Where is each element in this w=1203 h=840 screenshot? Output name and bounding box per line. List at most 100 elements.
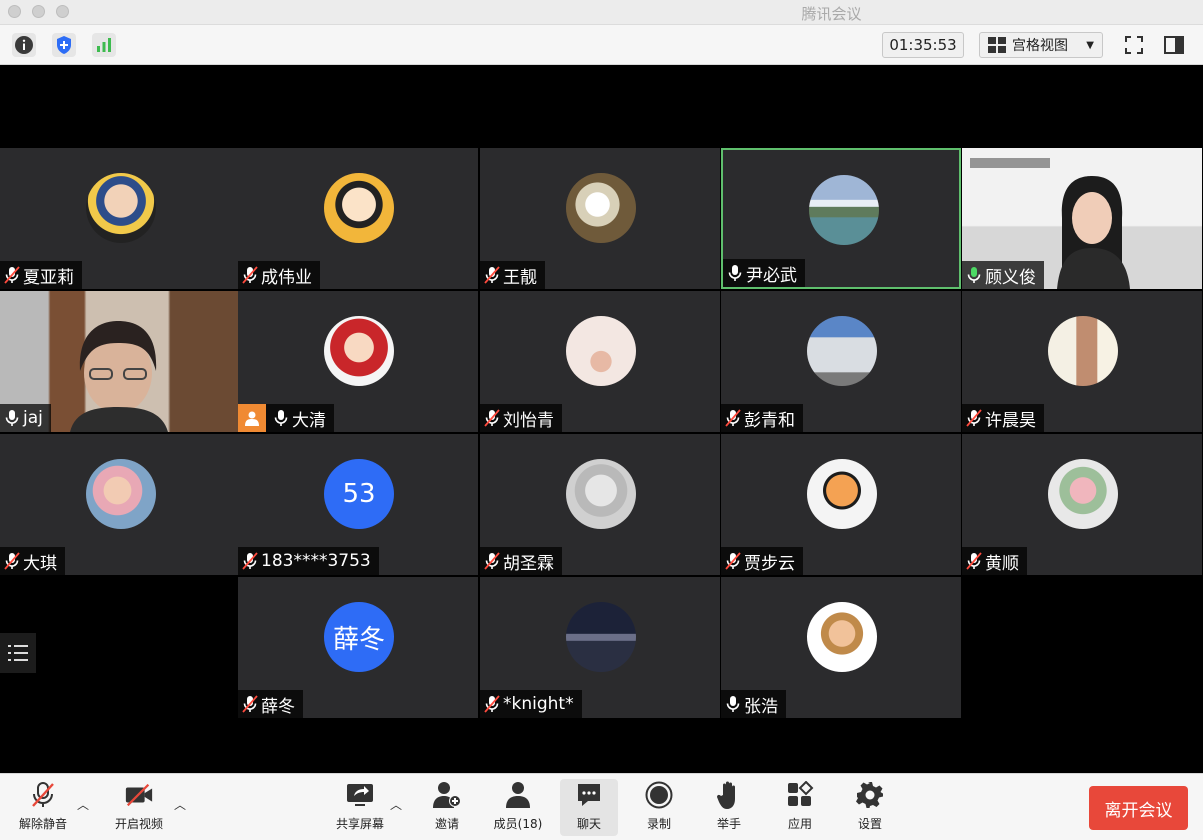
start-video-label: 开启视频 — [114, 817, 163, 831]
fullscreen-icon[interactable] — [1122, 33, 1146, 57]
invite-label: 邀请 — [434, 817, 459, 831]
participant-tile[interactable]: 夏亚莉 — [0, 148, 240, 289]
participant-tile[interactable]: 薛冬 薛冬 — [238, 577, 478, 718]
participant-tile[interactable]: 刘怡青 — [480, 291, 720, 432]
mic-muted-icon — [966, 409, 982, 427]
avatar — [807, 459, 877, 529]
avatar — [807, 602, 877, 672]
info-icon[interactable] — [12, 33, 36, 57]
participant-tile[interactable]: 大清 — [238, 291, 478, 432]
grid-view-icon — [988, 37, 1006, 53]
record-label: 录制 — [646, 817, 671, 831]
share-screen-label: 共享屏幕 — [335, 817, 384, 831]
apps-button[interactable]: 应用 — [773, 778, 827, 836]
participant-tile[interactable]: 顾义俊 — [962, 148, 1202, 289]
participant-tile[interactable]: jaj — [0, 291, 240, 432]
participant-list-toggle[interactable] — [0, 633, 36, 673]
hand-icon — [714, 780, 744, 810]
participant-name: 尹必武 — [746, 265, 797, 286]
members-button[interactable]: 成员(18) — [490, 778, 546, 836]
participant-name: 刘怡青 — [503, 410, 554, 431]
participant-name-tag: 大琪 — [0, 547, 65, 575]
chat-button[interactable]: 聊天 — [561, 778, 617, 836]
participant-name: 许晨昊 — [985, 410, 1036, 431]
share-screen-icon — [345, 780, 375, 810]
host-badge-icon — [238, 404, 266, 432]
participant-name-tag: jaj — [0, 404, 51, 432]
participant-tile[interactable]: 彭青和 — [721, 291, 961, 432]
record-icon — [644, 780, 674, 810]
participant-tile[interactable]: 53 183****3753 — [238, 434, 478, 575]
mic-icon — [725, 695, 741, 713]
participant-tile[interactable]: 王靓 — [480, 148, 720, 289]
participant-name-tag: 夏亚莉 — [0, 261, 82, 289]
participant-name: 王靓 — [503, 267, 537, 288]
mic-muted-icon — [725, 409, 741, 427]
participant-tile[interactable]: 张浩 — [721, 577, 961, 718]
participant-name: 张浩 — [744, 696, 778, 717]
avatar — [86, 173, 156, 243]
participant-name-tag: 张浩 — [721, 690, 786, 718]
side-panel-icon[interactable] — [1162, 33, 1186, 57]
share-options-caret[interactable]: ︿ — [390, 796, 402, 813]
mic-muted-icon — [28, 780, 58, 810]
participant-name: 大清 — [292, 410, 326, 431]
leave-meeting-button[interactable]: 离开会议 — [1089, 786, 1188, 830]
unmute-button[interactable]: 解除静音 — [14, 778, 72, 836]
add-user-icon — [432, 780, 462, 810]
chat-label: 聊天 — [576, 817, 601, 831]
participant-tile[interactable]: 许晨昊 — [962, 291, 1202, 432]
avatar — [1048, 459, 1118, 529]
mic-muted-icon — [966, 552, 982, 570]
participant-tile[interactable]: 黄顺 — [962, 434, 1202, 575]
participant-tile[interactable]: *knight* — [480, 577, 720, 718]
signal-bars-icon[interactable] — [92, 33, 116, 57]
settings-label: 设置 — [857, 817, 882, 831]
avatar — [1048, 316, 1118, 386]
chevron-down-icon: ▼ — [1086, 39, 1094, 51]
participant-name: 成伟业 — [261, 267, 312, 288]
avatar — [809, 175, 879, 245]
mic-muted-icon — [484, 695, 500, 713]
window-titlebar: 腾讯会议 — [0, 0, 1203, 25]
members-icon — [503, 780, 533, 810]
mic-muted-icon — [725, 552, 741, 570]
participant-name: 夏亚莉 — [23, 267, 74, 288]
invite-button[interactable]: 邀请 — [420, 778, 474, 836]
participant-tile[interactable]: 贾步云 — [721, 434, 961, 575]
participant-tile[interactable]: 成伟业 — [238, 148, 478, 289]
participant-name-tag: 顾义俊 — [962, 261, 1044, 289]
start-video-button[interactable]: 开启视频 — [110, 778, 168, 836]
participant-name-tag: 贾步云 — [721, 547, 803, 575]
record-button[interactable]: 录制 — [632, 778, 686, 836]
mic-icon — [727, 264, 743, 282]
participant-tile[interactable]: 大琪 — [0, 434, 240, 575]
members-label: 成员(18) — [493, 817, 543, 831]
audio-options-caret[interactable]: ︿ — [77, 796, 89, 813]
apps-label: 应用 — [787, 817, 812, 831]
participant-name: 彭青和 — [744, 410, 795, 431]
window-title: 腾讯会议 — [801, 5, 862, 23]
avatar: 薛冬 — [324, 602, 394, 672]
apps-icon — [785, 780, 815, 810]
view-mode-select[interactable]: 宫格视图 ▼ — [979, 32, 1103, 58]
participant-tile[interactable]: 尹必武 — [721, 148, 961, 289]
participant-name-tag: 刘怡青 — [480, 404, 562, 432]
avatar — [566, 602, 636, 672]
shield-plus-icon[interactable] — [52, 33, 76, 57]
participant-name-tag: 许晨昊 — [962, 404, 1044, 432]
video-off-icon — [124, 780, 154, 810]
raise-hand-button[interactable]: 举手 — [702, 778, 756, 836]
mic-icon — [4, 409, 20, 427]
participant-name-tag: 胡圣霖 — [480, 547, 562, 575]
participant-name-tag: 黄顺 — [962, 547, 1027, 575]
share-screen-button[interactable]: 共享屏幕 — [332, 778, 388, 836]
participant-name: 183****3753 — [261, 551, 371, 571]
avatar — [566, 459, 636, 529]
settings-button[interactable]: 设置 — [843, 778, 897, 836]
video-options-caret[interactable]: ︿ — [174, 796, 186, 813]
view-mode-label: 宫格视图 — [1012, 38, 1068, 54]
chat-bubble-icon — [574, 780, 604, 810]
participant-name: 薛冬 — [261, 696, 295, 717]
participant-tile[interactable]: 胡圣霖 — [480, 434, 720, 575]
